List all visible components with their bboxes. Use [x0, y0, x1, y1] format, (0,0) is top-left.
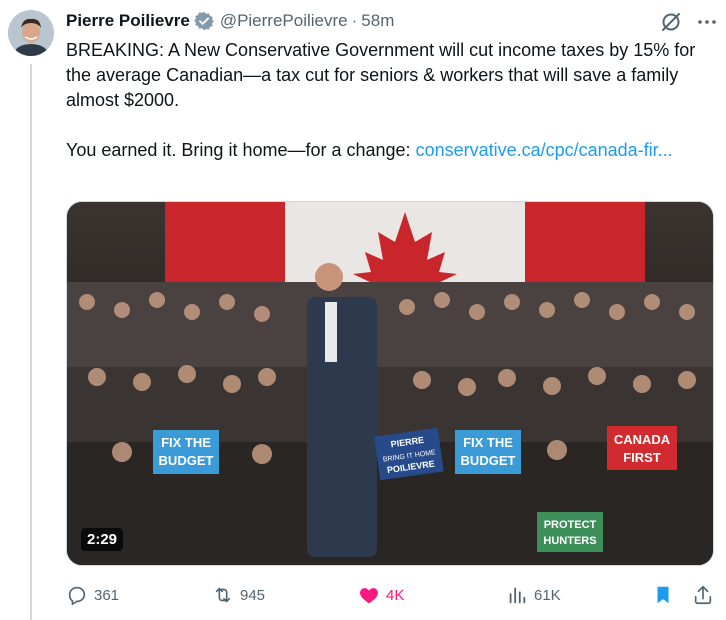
like-count: 4K — [386, 586, 405, 604]
sign-protect-hunters-line1: PROTECT — [544, 519, 597, 531]
reply-icon — [68, 586, 86, 605]
reply-button[interactable]: 361 — [66, 580, 119, 610]
sign-fix-budget-left-line2: BUDGET — [159, 453, 214, 468]
repost-icon — [215, 587, 231, 603]
sign-canada-first-line1: CANADA — [614, 432, 671, 447]
thread-line — [30, 64, 32, 620]
author-name[interactable]: Pierre Poilievre — [66, 11, 190, 31]
reply-count: 361 — [94, 586, 120, 604]
heart-icon — [360, 588, 378, 604]
sign-fix-budget-right-line1: FIX THE — [463, 435, 513, 450]
analytics-icon — [509, 587, 526, 604]
share-button[interactable] — [692, 580, 720, 610]
video-player[interactable]: FIX THE BUDGET FIX THE BUDGET CANADA FIR… — [66, 201, 714, 566]
author-handle[interactable]: @PierrePoilievre — [220, 11, 348, 31]
tweet-paragraph-2-text: You earned it. Bring it home—for a chang… — [66, 140, 416, 160]
tweet-header: Pierre Poilievre @PierrePoilievre · 58m — [66, 10, 394, 32]
repost-count: 945 — [240, 586, 266, 604]
separator-dot: · — [351, 11, 358, 30]
sign-canada-first-line2: FIRST — [623, 450, 661, 465]
repost-button[interactable]: 945 — [212, 580, 265, 610]
timestamp[interactable]: 58m — [361, 11, 394, 31]
views-button[interactable]: 61K — [506, 580, 561, 610]
action-bar: 361 945 4K 61K — [66, 580, 718, 610]
more-options-icon[interactable] — [695, 10, 719, 34]
tweet-paragraph-1: BREAKING: A New Conservative Government … — [66, 40, 696, 110]
views-count: 61K — [534, 586, 561, 604]
verified-badge-icon — [193, 11, 214, 31]
share-icon — [694, 585, 712, 605]
like-button[interactable]: 4K — [358, 580, 404, 610]
bookmark-icon — [657, 586, 669, 604]
video-frame: FIX THE BUDGET FIX THE BUDGET CANADA FIR… — [67, 202, 713, 565]
tweet-paragraph-2: You earned it. Bring it home—for a chang… — [66, 138, 716, 163]
grok-icon[interactable] — [659, 10, 683, 34]
speaker — [307, 297, 377, 557]
sign-fix-budget-left-line1: FIX THE — [161, 435, 211, 450]
bookmark-button[interactable] — [652, 580, 680, 610]
avatar[interactable] — [8, 10, 54, 56]
video-duration: 2:29 — [81, 528, 124, 551]
sign-fix-budget-right-line2: BUDGET — [461, 453, 516, 468]
tweet-link[interactable]: conservative.ca/cpc/canada-fir... — [416, 140, 673, 160]
sign-protect-hunters-line2: HUNTERS — [543, 535, 596, 547]
tweet-text: BREAKING: A New Conservative Government … — [66, 38, 716, 163]
